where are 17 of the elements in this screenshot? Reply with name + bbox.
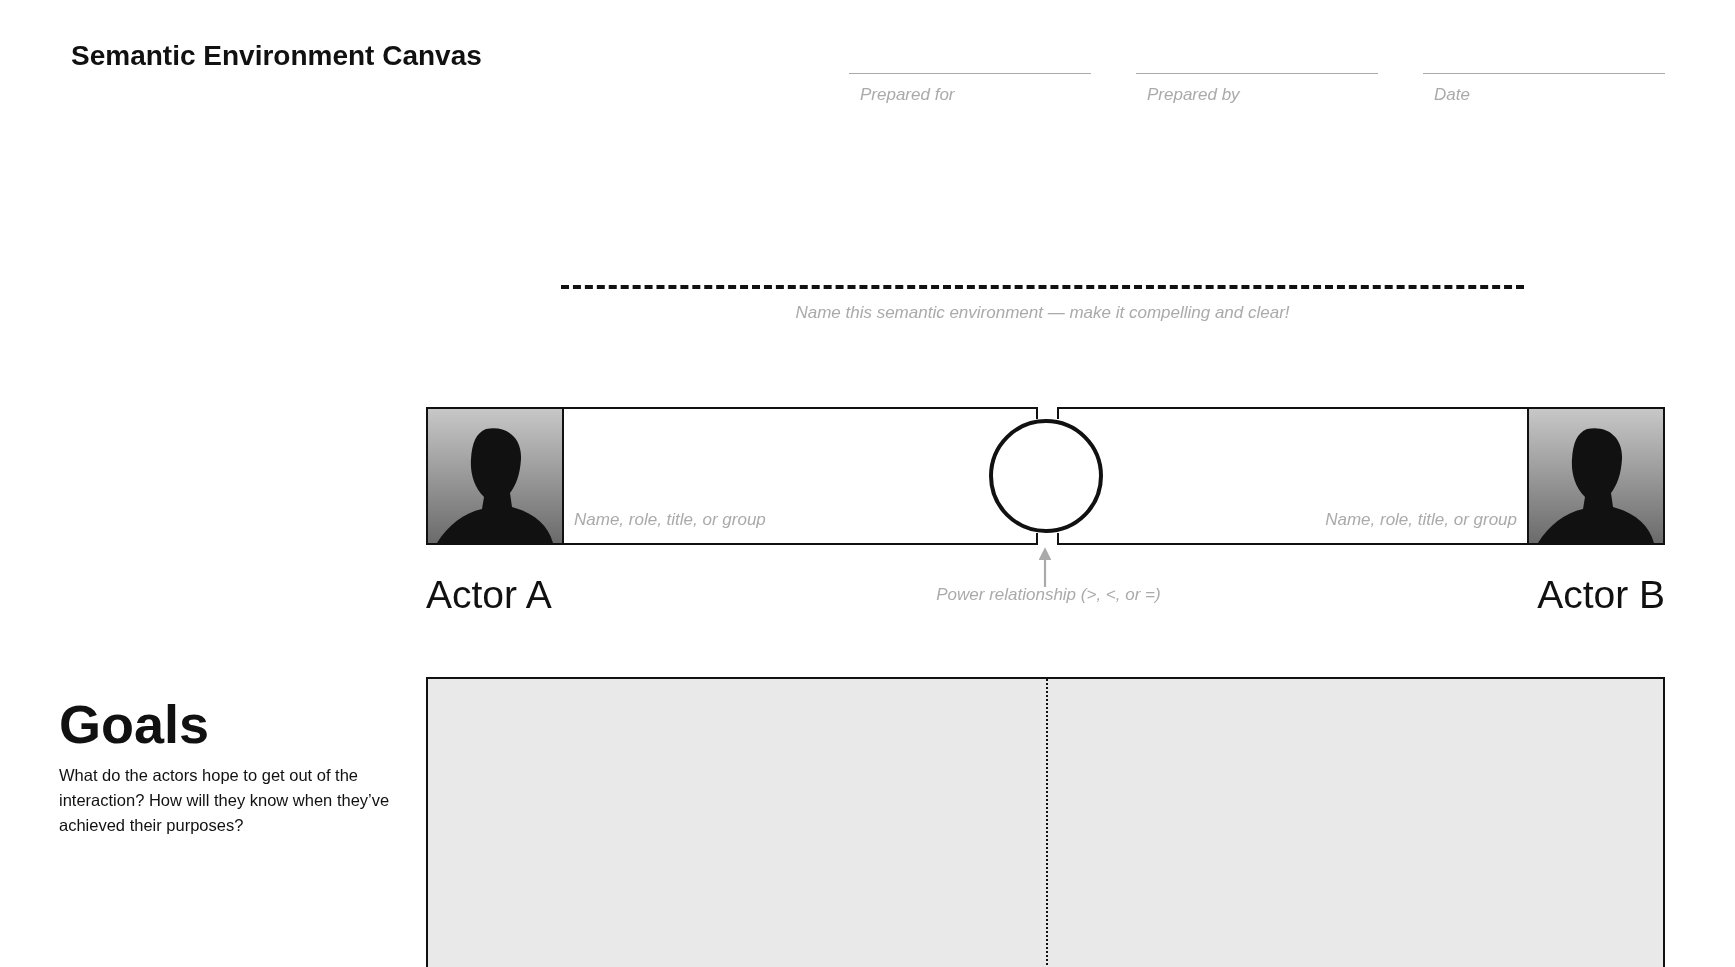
caption: Power relationship (>, <, or =) <box>935 585 1161 605</box>
power-relationship-drawing[interactable] <box>988 407 1103 545</box>
section-heading: Goals <box>59 693 211 755</box>
person-silhouette-icon <box>426 407 564 545</box>
name-field[interactable]: Name, role, title, or group <box>1102 407 1527 545</box>
answer-box[interactable] <box>426 677 1665 967</box>
name-field[interactable]: Name, role, title, or group <box>564 407 989 545</box>
field-label: Name this semantic environment — make it compelling and clear! <box>795 303 1290 323</box>
actor-label: Actor A <box>426 573 552 617</box>
field-label: Prepared for <box>860 85 956 105</box>
section-description: What do the actors hope to get out of the interaction? How will they know when they’ve achieved their purposes? <box>59 765 391 836</box>
actor-label: Actor B <box>1537 573 1665 617</box>
person-silhouette-icon <box>1527 407 1665 545</box>
field-label: Date <box>1434 85 1471 105</box>
arrow-icon <box>1039 547 1051 587</box>
canvas-title: Semantic Environment Canvas <box>71 40 482 73</box>
field-label: Prepared by <box>1147 85 1241 105</box>
